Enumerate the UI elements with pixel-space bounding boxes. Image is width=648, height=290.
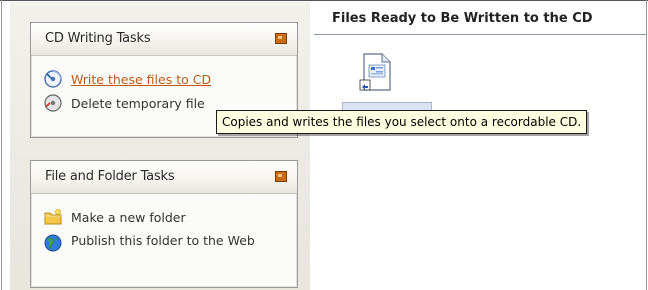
task-make-new-folder[interactable]: Make a new folder <box>43 207 186 227</box>
delete-files-icon <box>43 93 63 113</box>
publish-folder-to-web-link[interactable]: Publish this folder to the Web <box>71 233 261 248</box>
cd-writing-tasks-header[interactable]: CD Writing Tasks <box>31 23 297 56</box>
window-right-border <box>646 0 647 290</box>
title-divider <box>314 34 646 35</box>
task-delete-temporary-files[interactable]: Delete temporary file <box>43 93 205 113</box>
write-cd-icon <box>43 69 63 89</box>
window-top-border <box>0 0 648 1</box>
tooltip-text: Copies and writes the files you select o… <box>222 115 582 129</box>
make-new-folder-link[interactable]: Make a new folder <box>71 210 186 225</box>
cd-writing-tasks-title: CD Writing Tasks <box>45 31 151 46</box>
window-left-border <box>1 0 2 290</box>
task-publish-folder-to-web[interactable]: Publish this folder to the Web <box>43 233 261 267</box>
task-pane: CD Writing Tasks Write these files to CD <box>10 2 310 290</box>
tooltip: Copies and writes the files you select o… <box>216 110 588 134</box>
publish-web-icon <box>43 233 63 253</box>
files-ready-title: Files Ready to Be Written to the CD <box>332 11 593 26</box>
task-write-files-to-cd[interactable]: Write these files to CD <box>43 69 211 89</box>
document-icon[interactable] <box>358 52 396 96</box>
file-folder-tasks-title: File and Folder Tasks <box>45 169 175 184</box>
write-files-to-cd-link[interactable]: Write these files to CD <box>71 72 211 87</box>
collapse-icon[interactable] <box>275 171 287 182</box>
file-folder-tasks-panel: File and Folder Tasks Make a new folder <box>30 160 298 288</box>
files-ready-pane: Files Ready to Be Written to the CD <box>314 2 646 290</box>
file-folder-tasks-header[interactable]: File and Folder Tasks <box>31 161 297 194</box>
delete-temporary-files-link[interactable]: Delete temporary file <box>71 96 205 111</box>
collapse-icon[interactable] <box>275 33 287 44</box>
new-folder-icon <box>43 207 63 227</box>
